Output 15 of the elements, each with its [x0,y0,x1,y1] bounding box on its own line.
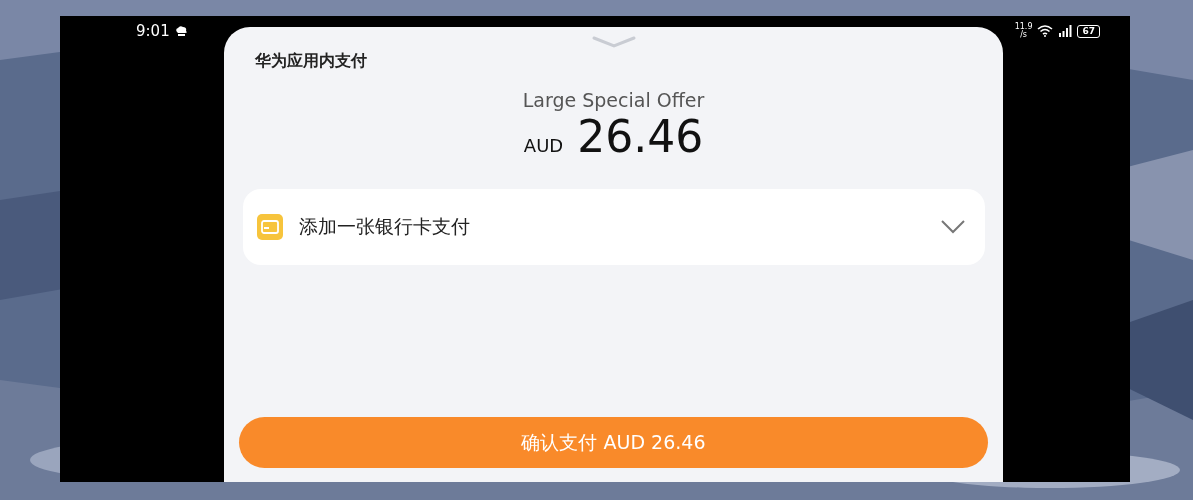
payment-method-label: 添加一张银行卡支付 [299,214,471,239]
product-name: Large Special Offer [522,89,705,111]
signal-icon [1058,25,1073,37]
price-amount: 26.46 [577,111,704,163]
card-icon [257,214,283,240]
battery-indicator: 67 [1077,24,1100,38]
notification-icon [174,25,188,37]
status-time: 9:01 [136,22,170,40]
network-speed: 11.9 /s [1014,23,1033,39]
wifi-icon [1037,25,1054,37]
currency: AUD [523,135,564,156]
collapse-handle-icon[interactable] [591,36,636,48]
payment-method-selector[interactable]: 添加一张银行卡支付 [243,189,985,265]
sheet-title: 华为应用内支付 [255,51,367,72]
chevron-down-icon [941,220,965,234]
